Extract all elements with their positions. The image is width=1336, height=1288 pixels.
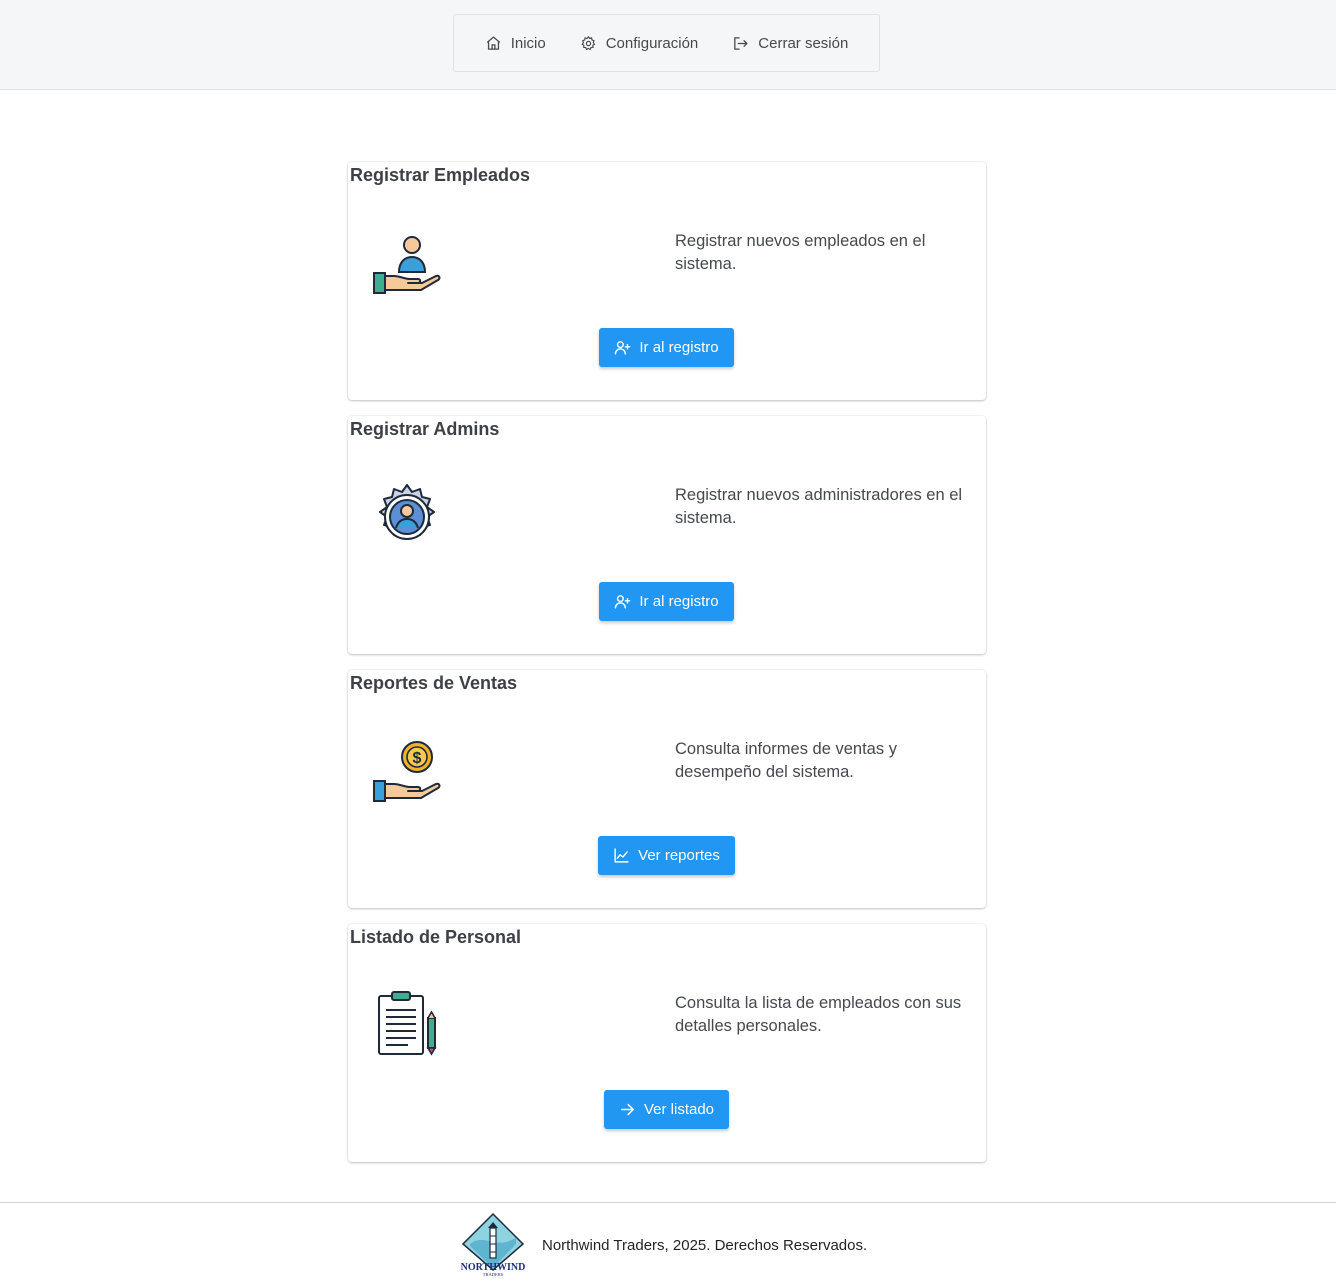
svg-text:TRADERS: TRADERS — [483, 1272, 504, 1277]
ir-al-registro-empleados-button[interactable]: Ir al registro — [599, 328, 734, 367]
button-label: Ver reportes — [638, 847, 720, 864]
user-plus-icon — [615, 341, 631, 355]
nav-cerrar-sesion-label: Cerrar sesión — [758, 34, 849, 52]
card-description: Registrar nuevos empleados en el sistema… — [675, 232, 926, 273]
northwind-logo: NORTHWIND TRADERS — [461, 1212, 525, 1277]
logout-icon — [734, 36, 748, 50]
card-title: Registrar Admins — [350, 419, 500, 439]
coin-hand-icon: $ — [373, 741, 441, 802]
button-label: Ir al registro — [639, 593, 719, 610]
card-registrar-admins: Registrar Admins Registrar nuevos admini… — [348, 416, 986, 654]
nav-inicio-label: Inicio — [510, 34, 546, 52]
clipboard-icon — [378, 991, 437, 1056]
card-description: Consulta la lista de empleados con sus d… — [675, 994, 962, 1035]
card-title: Reportes de Ventas — [350, 673, 518, 693]
top-bar: Inicio Configuración Cerrar sesión — [0, 0, 1336, 90]
footer: NORTHWIND TRADERS Northwind Traders, 202… — [0, 1202, 1336, 1288]
arrow-right-icon — [621, 1103, 634, 1116]
nav-configuracion[interactable]: Configuración — [580, 34, 699, 52]
admin-gear-icon — [379, 484, 435, 540]
ver-reportes-button[interactable]: Ver reportes — [598, 836, 735, 875]
main-nav: Inicio Configuración Cerrar sesión — [453, 14, 880, 72]
svg-text:$: $ — [413, 750, 422, 767]
card-title: Listado de Personal — [350, 927, 522, 947]
ver-listado-button[interactable]: Ver listado — [604, 1090, 729, 1129]
user-plus-icon — [615, 595, 631, 609]
footer-copyright: Northwind Traders, 2025. Derechos Reserv… — [542, 1237, 868, 1254]
button-label: Ir al registro — [639, 339, 719, 356]
nav-inicio[interactable]: Inicio — [485, 35, 546, 52]
ir-al-registro-admins-button[interactable]: Ir al registro — [599, 582, 734, 621]
button-label: Ver listado — [643, 1101, 715, 1118]
home-icon — [486, 35, 500, 50]
nav-configuracion-label: Configuración — [605, 34, 699, 52]
card-description: Registrar nuevos administradores en el s… — [675, 486, 963, 527]
nav-cerrar-sesion[interactable]: Cerrar sesión — [732, 35, 848, 52]
employee-hand-icon — [373, 236, 441, 294]
card-listado-de-personal: Listado de Personal Consulta la lista de… — [348, 924, 986, 1162]
card-title: Registrar Empleados — [350, 165, 531, 185]
card-description: Consulta informes de ventas y desempeño … — [675, 740, 897, 781]
gear-icon — [581, 35, 596, 50]
card-reportes-de-ventas: Reportes de Ventas $ Consulta informes d… — [348, 670, 986, 908]
card-registrar-empleados: Registrar Empleados Registrar nuevos emp… — [348, 162, 986, 400]
chart-line-icon — [614, 848, 629, 863]
